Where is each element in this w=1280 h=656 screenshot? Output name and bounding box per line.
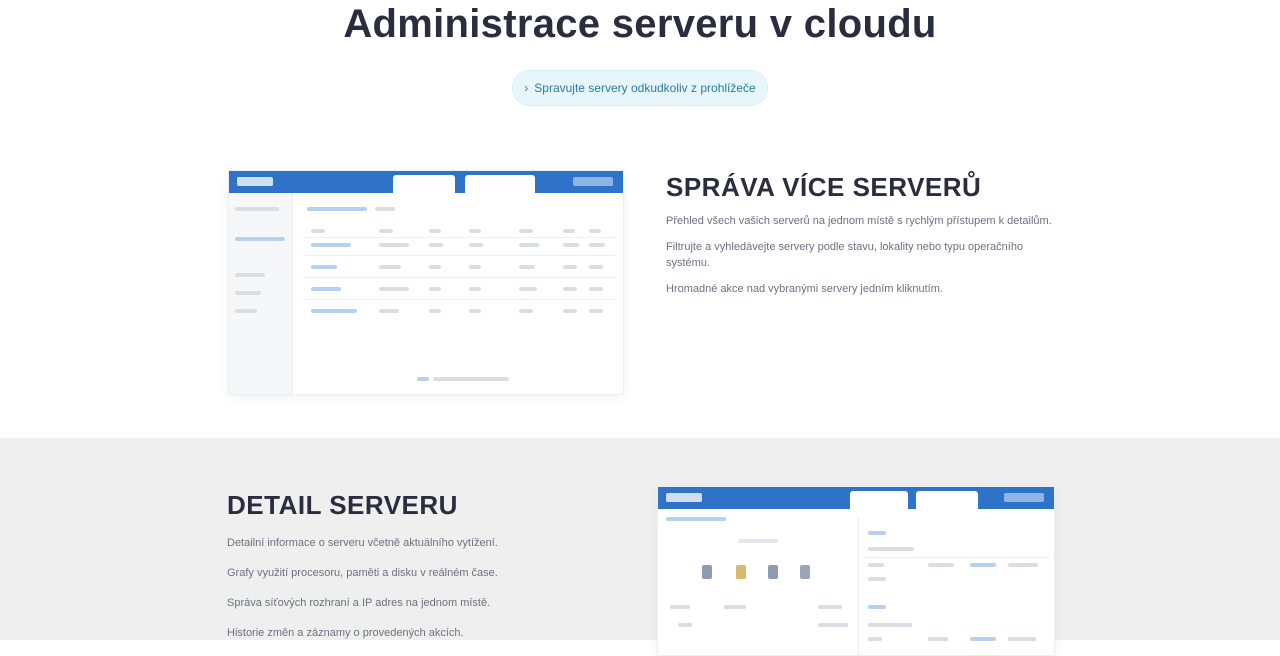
feature-paragraph: Filtrujte a vyhledávejte servery podle s…	[666, 241, 1024, 269]
section-title: DETAIL SERVERU	[227, 490, 458, 520]
section-server-detail: DETAIL SERVERU Detailní informace o serv…	[0, 438, 1280, 656]
feature-paragraph: Přehled všech vašich serverů na jednom m…	[666, 215, 1052, 227]
arrow-right-icon: ›	[524, 81, 529, 95]
section-server-list: SPRÁVA VÍCE SERVERŮ Přehled všech vašich…	[0, 130, 1280, 438]
section-title: SPRÁVA VÍCE SERVERŮ	[666, 172, 982, 202]
feature-paragraph: Hromadné akce nad vybranými servery jedn…	[666, 283, 943, 295]
server-list-screenshot	[228, 170, 624, 395]
server-detail-screenshot	[657, 486, 1055, 656]
feature-paragraph: Grafy využití procesoru, paměti a disku …	[227, 567, 498, 579]
cta-button[interactable]: › Spravujte servery odkudkoliv z prohlíž…	[512, 70, 768, 106]
page-title: Administrace serveru v cloudu	[343, 2, 937, 46]
cta-button-label: Spravujte servery odkudkoliv z prohlížeč…	[534, 81, 756, 95]
feature-paragraph: Správa síťových rozhraní a IP adres na j…	[227, 597, 491, 609]
feature-paragraph: Historie změn a záznamy o provedených ak…	[227, 627, 464, 639]
feature-paragraph: Detailní informace o serveru včetně aktu…	[227, 537, 498, 549]
